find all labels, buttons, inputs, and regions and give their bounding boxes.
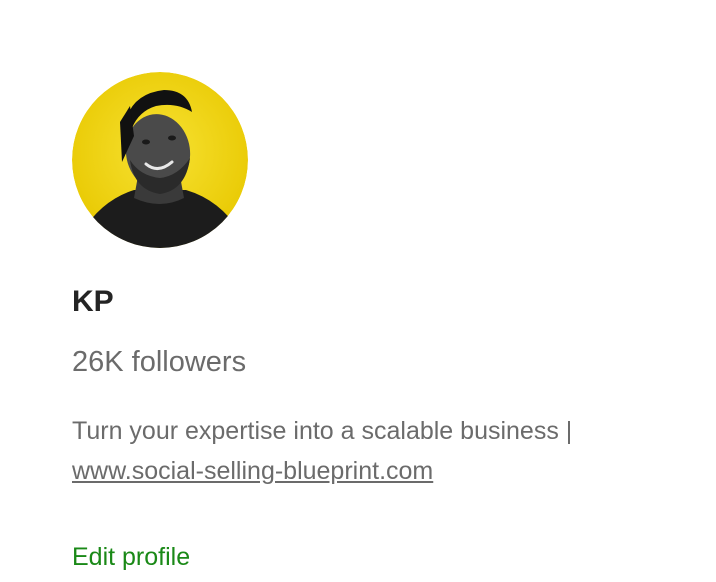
avatar[interactable] (72, 72, 248, 248)
edit-profile-button[interactable]: Edit profile (72, 540, 190, 574)
profile-name: KP (72, 285, 114, 318)
profile-photo-icon (72, 72, 248, 248)
bio-text: Turn your expertise into a scalable busi… (72, 417, 573, 445)
profile-bio: Turn your expertise into a scalable busi… (72, 411, 672, 491)
bio-website-link[interactable]: www.social-selling-blueprint.com (72, 457, 433, 485)
followers-count[interactable]: 26K followers (72, 343, 246, 381)
profile-card: KP 26K followers Turn your expertise int… (0, 0, 716, 582)
